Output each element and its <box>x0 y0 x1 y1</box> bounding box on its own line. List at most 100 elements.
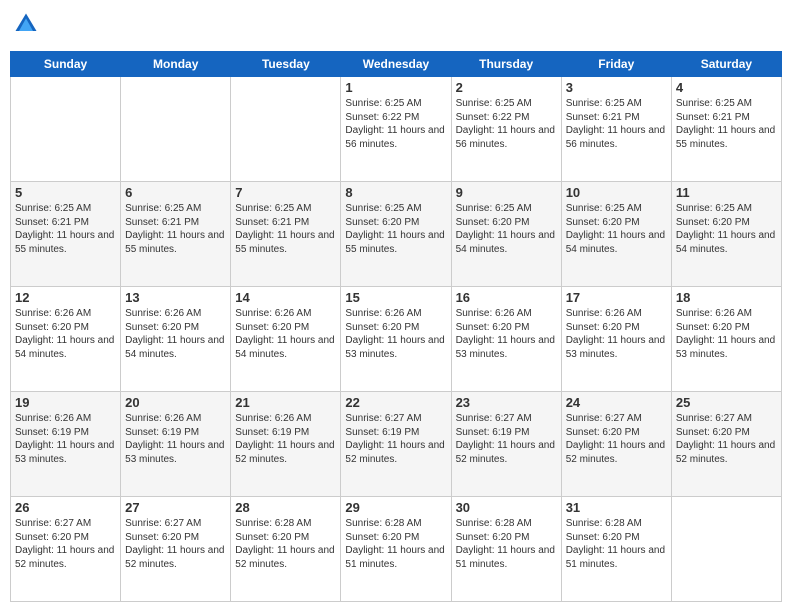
calendar-row: 26 Sunrise: 6:27 AM Sunset: 6:20 PM Dayli… <box>11 497 782 602</box>
cell-info: Sunrise: 6:26 AM Sunset: 6:19 PM Dayligh… <box>15 412 116 466</box>
day-number: 4 <box>676 80 777 95</box>
day-number: 2 <box>456 80 557 95</box>
day-number: 26 <box>15 500 116 515</box>
calendar-row: 12 Sunrise: 6:26 AM Sunset: 6:20 PM Dayli… <box>11 287 782 392</box>
cell-info: Sunrise: 6:28 AM Sunset: 6:20 PM Dayligh… <box>566 517 667 571</box>
table-cell: 21 Sunrise: 6:26 AM Sunset: 6:19 PM Dayli… <box>231 392 341 497</box>
day-number: 30 <box>456 500 557 515</box>
day-number: 5 <box>15 185 116 200</box>
col-monday: Monday <box>121 52 231 77</box>
calendar-header-row: Sunday Monday Tuesday Wednesday Thursday… <box>11 52 782 77</box>
table-cell: 27 Sunrise: 6:27 AM Sunset: 6:20 PM Dayli… <box>121 497 231 602</box>
day-number: 25 <box>676 395 777 410</box>
cell-info: Sunrise: 6:25 AM Sunset: 6:20 PM Dayligh… <box>676 202 777 256</box>
day-number: 18 <box>676 290 777 305</box>
day-number: 22 <box>345 395 446 410</box>
cell-info: Sunrise: 6:28 AM Sunset: 6:20 PM Dayligh… <box>345 517 446 571</box>
cell-info: Sunrise: 6:26 AM Sunset: 6:19 PM Dayligh… <box>235 412 336 466</box>
calendar-table: Sunday Monday Tuesday Wednesday Thursday… <box>10 51 782 602</box>
day-number: 8 <box>345 185 446 200</box>
table-cell: 30 Sunrise: 6:28 AM Sunset: 6:20 PM Dayli… <box>451 497 561 602</box>
day-number: 28 <box>235 500 336 515</box>
calendar-row: 5 Sunrise: 6:25 AM Sunset: 6:21 PM Daylig… <box>11 182 782 287</box>
col-tuesday: Tuesday <box>231 52 341 77</box>
cell-info: Sunrise: 6:26 AM Sunset: 6:20 PM Dayligh… <box>235 307 336 361</box>
table-cell: 8 Sunrise: 6:25 AM Sunset: 6:20 PM Daylig… <box>341 182 451 287</box>
cell-info: Sunrise: 6:26 AM Sunset: 6:20 PM Dayligh… <box>125 307 226 361</box>
day-number: 15 <box>345 290 446 305</box>
table-cell: 31 Sunrise: 6:28 AM Sunset: 6:20 PM Dayli… <box>561 497 671 602</box>
cell-info: Sunrise: 6:27 AM Sunset: 6:19 PM Dayligh… <box>456 412 557 466</box>
table-cell: 25Sunrise: 6:27 AM Sunset: 6:20 PM Dayli… <box>671 392 781 497</box>
day-number: 11 <box>676 185 777 200</box>
table-cell: 19 Sunrise: 6:26 AM Sunset: 6:19 PM Dayli… <box>11 392 121 497</box>
table-cell: 18 Sunrise: 6:26 AM Sunset: 6:20 PM Dayli… <box>671 287 781 392</box>
day-number: 29 <box>345 500 446 515</box>
page: Sunday Monday Tuesday Wednesday Thursday… <box>0 0 792 612</box>
day-number: 12 <box>15 290 116 305</box>
day-number: 14 <box>235 290 336 305</box>
cell-info: Sunrise: 6:25 AM Sunset: 6:21 PM Dayligh… <box>125 202 226 256</box>
cell-info: Sunrise: 6:27 AM Sunset: 6:20 PM Dayligh… <box>566 412 667 466</box>
cell-info: Sunrise: 6:26 AM Sunset: 6:19 PM Dayligh… <box>125 412 226 466</box>
day-number: 24 <box>566 395 667 410</box>
logo <box>10 10 40 43</box>
table-cell: 17 Sunrise: 6:26 AM Sunset: 6:20 PM Dayli… <box>561 287 671 392</box>
day-number: 13 <box>125 290 226 305</box>
calendar-row: 19 Sunrise: 6:26 AM Sunset: 6:19 PM Dayli… <box>11 392 782 497</box>
day-number: 7 <box>235 185 336 200</box>
table-cell <box>11 77 121 182</box>
col-friday: Friday <box>561 52 671 77</box>
table-cell: 28 Sunrise: 6:28 AM Sunset: 6:20 PM Dayli… <box>231 497 341 602</box>
table-cell: 12 Sunrise: 6:26 AM Sunset: 6:20 PM Dayli… <box>11 287 121 392</box>
header <box>10 10 782 43</box>
cell-info: Sunrise: 6:26 AM Sunset: 6:20 PM Dayligh… <box>15 307 116 361</box>
table-cell: 14 Sunrise: 6:26 AM Sunset: 6:20 PM Dayli… <box>231 287 341 392</box>
col-saturday: Saturday <box>671 52 781 77</box>
cell-info: Sunrise: 6:25 AM Sunset: 6:20 PM Dayligh… <box>345 202 446 256</box>
cell-info: Sunrise: 6:25 AM Sunset: 6:22 PM Dayligh… <box>456 97 557 151</box>
day-number: 9 <box>456 185 557 200</box>
table-cell: 29 Sunrise: 6:28 AM Sunset: 6:20 PM Dayli… <box>341 497 451 602</box>
cell-info: Sunrise: 6:25 AM Sunset: 6:21 PM Dayligh… <box>676 97 777 151</box>
table-cell: 5Sunrise: 6:25 AM Sunset: 6:21 PM Daylig… <box>11 182 121 287</box>
table-cell <box>231 77 341 182</box>
cell-info: Sunrise: 6:25 AM Sunset: 6:20 PM Dayligh… <box>456 202 557 256</box>
calendar-row: 1 Sunrise: 6:25 AM Sunset: 6:22 PM Daylig… <box>11 77 782 182</box>
cell-info: Sunrise: 6:25 AM Sunset: 6:20 PM Dayligh… <box>566 202 667 256</box>
day-number: 1 <box>345 80 446 95</box>
cell-info: Sunrise: 6:25 AM Sunset: 6:21 PM Dayligh… <box>566 97 667 151</box>
day-number: 27 <box>125 500 226 515</box>
cell-info: Sunrise: 6:28 AM Sunset: 6:20 PM Dayligh… <box>456 517 557 571</box>
cell-info: Sunrise: 6:26 AM Sunset: 6:20 PM Dayligh… <box>456 307 557 361</box>
cell-info: Sunrise: 6:27 AM Sunset: 6:20 PM Dayligh… <box>15 517 116 571</box>
table-cell: 7 Sunrise: 6:25 AM Sunset: 6:21 PM Daylig… <box>231 182 341 287</box>
day-number: 17 <box>566 290 667 305</box>
day-number: 31 <box>566 500 667 515</box>
col-sunday: Sunday <box>11 52 121 77</box>
table-cell: 13 Sunrise: 6:26 AM Sunset: 6:20 PM Dayli… <box>121 287 231 392</box>
table-cell: 2 Sunrise: 6:25 AM Sunset: 6:22 PM Daylig… <box>451 77 561 182</box>
day-number: 21 <box>235 395 336 410</box>
table-cell: 11 Sunrise: 6:25 AM Sunset: 6:20 PM Dayli… <box>671 182 781 287</box>
cell-info: Sunrise: 6:27 AM Sunset: 6:19 PM Dayligh… <box>345 412 446 466</box>
cell-info: Sunrise: 6:27 AM Sunset: 6:20 PM Dayligh… <box>125 517 226 571</box>
day-number: 20 <box>125 395 226 410</box>
cell-info: Sunrise: 6:25 AM Sunset: 6:21 PM Dayligh… <box>235 202 336 256</box>
day-number: 19 <box>15 395 116 410</box>
col-thursday: Thursday <box>451 52 561 77</box>
day-number: 16 <box>456 290 557 305</box>
cell-info: Sunrise: 6:26 AM Sunset: 6:20 PM Dayligh… <box>566 307 667 361</box>
cell-info: Sunrise: 6:25 AM Sunset: 6:22 PM Dayligh… <box>345 97 446 151</box>
cell-info: Sunrise: 6:26 AM Sunset: 6:20 PM Dayligh… <box>676 307 777 361</box>
table-cell: 24 Sunrise: 6:27 AM Sunset: 6:20 PM Dayli… <box>561 392 671 497</box>
table-cell: 26 Sunrise: 6:27 AM Sunset: 6:20 PM Dayli… <box>11 497 121 602</box>
table-cell: 20 Sunrise: 6:26 AM Sunset: 6:19 PM Dayli… <box>121 392 231 497</box>
day-number: 3 <box>566 80 667 95</box>
table-cell: 3 Sunrise: 6:25 AM Sunset: 6:21 PM Daylig… <box>561 77 671 182</box>
table-cell: 4 Sunrise: 6:25 AM Sunset: 6:21 PM Daylig… <box>671 77 781 182</box>
table-cell <box>671 497 781 602</box>
table-cell: 9 Sunrise: 6:25 AM Sunset: 6:20 PM Daylig… <box>451 182 561 287</box>
cell-info: Sunrise: 6:28 AM Sunset: 6:20 PM Dayligh… <box>235 517 336 571</box>
day-number: 6 <box>125 185 226 200</box>
